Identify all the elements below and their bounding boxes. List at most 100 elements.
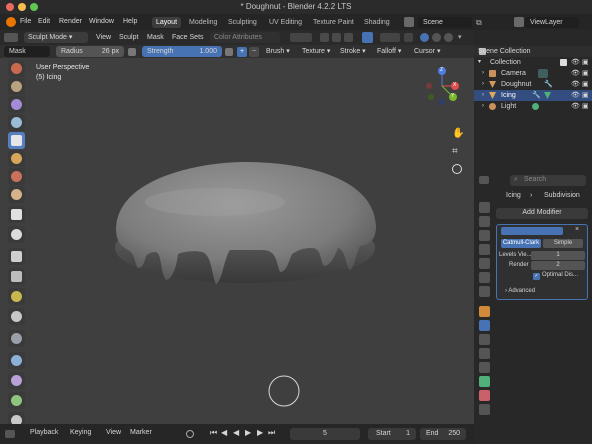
close-window-button[interactable] xyxy=(6,3,14,11)
mode-dropdown[interactable]: Sculpt Mode ▾ xyxy=(24,32,88,43)
shading-material-icon[interactable] xyxy=(432,33,441,42)
data-tab[interactable] xyxy=(479,376,490,387)
mesh-data-icon[interactable] xyxy=(544,92,551,99)
outliner-row-collection[interactable]: ▾ Collection 👁 ▣ xyxy=(474,57,592,68)
tool-settings-icon[interactable] xyxy=(362,32,373,43)
render-levels-field[interactable]: 2 xyxy=(531,261,585,270)
strength-slider[interactable]: Strength 1.000 xyxy=(142,46,222,57)
texture-dropdown[interactable]: Texture ▾ xyxy=(298,46,334,57)
play-reverse-icon[interactable]: ◀ xyxy=(233,428,239,437)
jump-start-icon[interactable]: ⏮ xyxy=(210,428,217,438)
object-tab[interactable] xyxy=(479,306,490,317)
render-camera-icon[interactable]: ▣ xyxy=(582,68,589,79)
zoom-window-button[interactable] xyxy=(30,3,38,11)
snake-hook-brush-button[interactable] xyxy=(8,168,25,185)
texture-tab[interactable] xyxy=(479,404,490,415)
scene-selector-icon[interactable] xyxy=(404,17,414,27)
timeline-editor-icon[interactable] xyxy=(5,430,15,438)
overlay-icon[interactable] xyxy=(380,33,400,42)
view-layer-tab[interactable] xyxy=(479,244,490,255)
cursor-dropdown[interactable]: Cursor ▾ xyxy=(410,46,444,57)
collection-checkbox[interactable] xyxy=(560,59,567,66)
color-attributes-dropdown[interactable]: Color Attributes xyxy=(210,32,280,43)
next-key-icon[interactable]: ▶ xyxy=(257,428,263,437)
viewlayer-name-field[interactable]: ViewLayer xyxy=(525,17,579,28)
draw-brush-button[interactable] xyxy=(8,60,25,77)
menu-window[interactable]: Window xyxy=(89,18,114,25)
modifier-wrench-icon[interactable]: 🔧 xyxy=(544,79,553,90)
clay-brush-button[interactable] xyxy=(8,78,25,95)
falloff-dropdown[interactable]: Falloff ▾ xyxy=(373,46,405,57)
scene-new-icon[interactable]: ⧉ xyxy=(476,18,482,28)
catmull-clark-toggle[interactable]: Catmull-Clark xyxy=(501,239,541,248)
box-face-set-button[interactable] xyxy=(8,288,25,305)
simple-toggle[interactable]: Simple xyxy=(543,239,583,248)
pan-hand-icon[interactable]: ✋ xyxy=(452,128,464,139)
render-camera-icon[interactable]: ▣ xyxy=(582,79,589,90)
tool-tab[interactable] xyxy=(479,202,490,213)
brush-dropdown[interactable]: Brush ▾ xyxy=(262,46,294,57)
outliner-row-icing[interactable]: › Icing 🔧 👁 ▣ xyxy=(474,90,592,101)
end-frame-field[interactable]: End 250 xyxy=(420,428,466,440)
navigation-gizmo[interactable]: Z X Y xyxy=(422,66,462,106)
outliner-row-light[interactable]: › Light 👁 ▣ xyxy=(474,101,592,112)
menu-keying[interactable]: Keying xyxy=(70,429,91,436)
render-camera-icon[interactable]: ▣ xyxy=(582,101,589,112)
current-frame-field[interactable]: 5 xyxy=(290,428,360,440)
menu-mask[interactable]: Mask xyxy=(143,32,168,43)
3d-viewport[interactable]: User Perspective (5) Icing Z X Y ✋ ⌗ xyxy=(0,58,474,424)
play-icon[interactable]: ▶ xyxy=(245,428,251,437)
camera-data-icon[interactable] xyxy=(538,69,548,78)
constraints-tab[interactable] xyxy=(479,362,490,373)
advanced-section[interactable]: › Advanced xyxy=(505,288,535,294)
subtract-mode-button[interactable]: − xyxy=(249,47,259,57)
record-icon[interactable] xyxy=(186,430,194,438)
add-mode-button[interactable]: + xyxy=(237,47,247,57)
menu-render[interactable]: Render xyxy=(59,18,82,25)
scene-tab[interactable] xyxy=(479,258,490,269)
box-trim-button[interactable] xyxy=(8,308,25,325)
strength-pressure-icon[interactable] xyxy=(225,48,233,56)
box-hide-button[interactable] xyxy=(8,268,25,285)
thumb-brush-button[interactable] xyxy=(8,186,25,203)
tab-layout[interactable]: Layout xyxy=(152,17,182,28)
scene-collection-row[interactable]: Scene Collection xyxy=(474,46,592,57)
levels-viewport-field[interactable]: 1 xyxy=(531,251,585,260)
output-tab[interactable] xyxy=(479,230,490,241)
outliner-row-camera[interactable]: › Camera 👁 ▣ xyxy=(474,68,592,79)
symmetry-y-button[interactable] xyxy=(332,33,341,42)
shading-options-icon[interactable]: ▾ xyxy=(458,33,462,41)
menu-marker[interactable]: Marker xyxy=(130,429,152,436)
start-frame-field[interactable]: Start 1 xyxy=(368,428,416,440)
tab-modeling[interactable]: Modeling xyxy=(185,17,221,28)
transform-pivot-icon[interactable] xyxy=(290,33,312,42)
shading-solid-icon[interactable] xyxy=(420,33,429,42)
render-camera-icon[interactable]: ▣ xyxy=(582,90,589,101)
modifier-header-icons[interactable] xyxy=(501,227,563,235)
nudge-brush-button[interactable] xyxy=(8,226,25,243)
blender-logo-icon[interactable] xyxy=(6,17,16,27)
tab-shading[interactable]: Shading xyxy=(360,17,394,28)
symmetry-x-button[interactable] xyxy=(320,33,329,42)
line-project-button[interactable] xyxy=(8,330,25,347)
symmetry-z-button[interactable] xyxy=(344,33,353,42)
grab-brush-button[interactable] xyxy=(8,150,25,167)
radius-field[interactable]: Radius 26 px xyxy=(56,46,124,57)
optimal-display-checkbox[interactable]: ✓ xyxy=(533,273,540,280)
modifier-wrench-icon[interactable]: 🔧 xyxy=(532,90,541,101)
modifier-tab[interactable] xyxy=(479,320,490,331)
cloth-filter-button[interactable] xyxy=(8,372,25,389)
particles-tab[interactable] xyxy=(479,334,490,345)
editor-type-icon[interactable] xyxy=(4,33,18,42)
visibility-eye-icon[interactable]: 👁 xyxy=(571,57,580,68)
mask-brush-button[interactable] xyxy=(8,132,25,149)
menu-sculpt[interactable]: Sculpt xyxy=(115,32,142,43)
zoom-icon[interactable] xyxy=(452,164,462,174)
add-modifier-button[interactable]: Add Modifier xyxy=(496,208,588,219)
visibility-eye-icon[interactable]: 👁 xyxy=(571,101,580,112)
close-icon[interactable]: × xyxy=(575,226,579,233)
tab-texture-paint[interactable]: Texture Paint xyxy=(309,17,358,28)
stroke-dropdown[interactable]: Stroke ▾ xyxy=(336,46,370,57)
collection-tab[interactable] xyxy=(479,286,490,297)
box-mask-button[interactable] xyxy=(8,248,25,265)
